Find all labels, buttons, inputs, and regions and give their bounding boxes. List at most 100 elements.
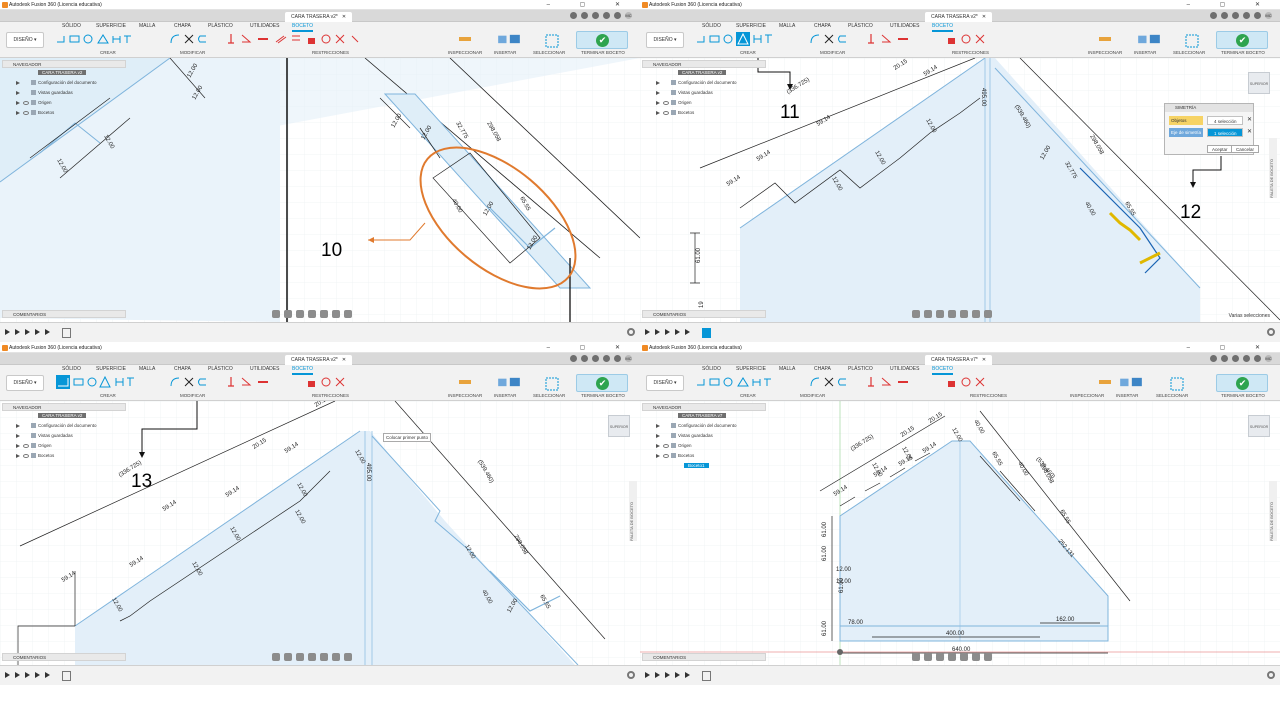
timeline-controls[interactable]: [645, 329, 690, 335]
workspace-dropdown[interactable]: DISEÑO ▾: [6, 32, 44, 48]
navigator-item-sketches[interactable]: Bocetos: [642, 108, 766, 118]
navigator-item-sketches[interactable]: Bocetos: [2, 451, 126, 461]
close-tab-icon[interactable]: ✕: [342, 14, 346, 20]
expand-icon[interactable]: [656, 434, 660, 438]
modify-tools-icons[interactable]: [810, 34, 860, 44]
sketch-origin-point[interactable]: [837, 649, 843, 655]
window-controls[interactable]: – ▢ ✕: [1187, 0, 1274, 10]
inspect-group-label[interactable]: INSPECCIONAR: [1088, 50, 1122, 55]
comments-panel[interactable]: COMENTARIOS: [642, 653, 766, 661]
navigator-header[interactable]: NAVEGADOR: [2, 403, 126, 411]
dimension-78[interactable]: 78.00: [848, 620, 864, 626]
notifications-icon[interactable]: [603, 12, 610, 19]
measure-icon[interactable]: [458, 34, 472, 44]
pan-icon[interactable]: [284, 653, 292, 661]
tab-sheet-metal[interactable]: CHAPA: [814, 366, 831, 372]
navigator-header[interactable]: NAVEGADOR: [2, 60, 126, 68]
expand-icon[interactable]: [16, 81, 20, 85]
tab-sheet-metal[interactable]: CHAPA: [174, 23, 191, 29]
insert-icons[interactable]: [1116, 377, 1146, 387]
zoom-icon[interactable]: [936, 310, 944, 318]
display-icon[interactable]: [960, 310, 968, 318]
select-icon[interactable]: [545, 377, 559, 391]
avatar[interactable]: MC: [625, 355, 632, 362]
tab-sketch[interactable]: BOCETO: [932, 23, 954, 32]
previous-icon[interactable]: [655, 329, 660, 335]
comments-panel[interactable]: COMENTARIOS: [2, 653, 126, 661]
eye-icon[interactable]: [663, 444, 669, 448]
dimension-495[interactable]: 495.00: [980, 88, 986, 107]
first-icon[interactable]: [5, 329, 10, 335]
select-group-label[interactable]: SELECCIONAR: [533, 393, 565, 398]
dimension-19[interactable]: 19: [699, 301, 705, 308]
dimension-400[interactable]: 400.00: [946, 631, 965, 637]
insert-icons[interactable]: [494, 34, 524, 44]
expand-icon[interactable]: [16, 444, 20, 448]
tab-surface[interactable]: SUPERFICIE: [736, 23, 766, 29]
constraints-group-label[interactable]: RESTRICCIONES: [312, 393, 349, 398]
navigator-item-sketches[interactable]: Bocetos: [2, 108, 126, 118]
eye-icon[interactable]: [663, 454, 669, 458]
measure-icon[interactable]: [1098, 34, 1112, 44]
constraint-tools-icons[interactable]: [228, 34, 388, 44]
viewcube[interactable]: SUPERIOR: [1248, 415, 1270, 437]
display-icon[interactable]: [320, 310, 328, 318]
last-icon[interactable]: [685, 672, 690, 678]
finish-sketch-button[interactable]: ✔: [576, 374, 628, 392]
eye-icon[interactable]: [663, 111, 669, 115]
select-icon[interactable]: [1170, 377, 1184, 391]
window-controls[interactable]: – ▢ ✕: [547, 343, 634, 353]
play-icon[interactable]: [665, 672, 670, 678]
tab-solid[interactable]: SÓLIDO: [62, 366, 81, 372]
zoom-icon[interactable]: [936, 653, 944, 661]
tab-solid[interactable]: SÓLIDO: [702, 23, 721, 29]
play-icon[interactable]: [25, 329, 30, 335]
close-tab-icon[interactable]: ✕: [982, 357, 986, 363]
extensions-icon[interactable]: [581, 12, 588, 19]
finish-sketch-label[interactable]: TERMINAR BOCETO: [1216, 50, 1270, 55]
timeline-settings-icon[interactable]: [627, 671, 635, 679]
select-group-label[interactable]: SELECCIONAR: [1173, 50, 1205, 55]
finish-sketch-label[interactable]: TERMINAR BOCETO: [1216, 393, 1270, 398]
job-status-icon[interactable]: [592, 12, 599, 19]
navigator-item-origin[interactable]: Origen: [2, 98, 126, 108]
modify-group-label[interactable]: MODIFICAR: [800, 393, 825, 398]
expand-icon[interactable]: [16, 91, 20, 95]
fit-icon[interactable]: [948, 310, 956, 318]
display-icon[interactable]: [320, 653, 328, 661]
notifications-icon[interactable]: [1243, 12, 1250, 19]
navigator-item-sketches[interactable]: Bocetos: [642, 451, 766, 461]
expand-icon[interactable]: [16, 434, 20, 438]
navigator-item-saved-views[interactable]: Vistas guardadas: [642, 88, 766, 98]
help-icon[interactable]: [1254, 12, 1261, 19]
zoom-icon[interactable]: [296, 653, 304, 661]
display-icon[interactable]: [960, 653, 968, 661]
previous-icon[interactable]: [15, 329, 20, 335]
tab-utilities[interactable]: UTILIDADES: [890, 23, 919, 29]
eye-icon[interactable]: [663, 101, 669, 105]
modify-group-label[interactable]: MODIFICAR: [180, 393, 205, 398]
tab-mesh[interactable]: MALLA: [779, 23, 795, 29]
workspace-dropdown[interactable]: DISEÑO ▾: [646, 375, 684, 391]
select-icon[interactable]: [1185, 34, 1199, 48]
navigator-item-document-settings[interactable]: Configuración del documento: [2, 78, 126, 88]
insert-icons[interactable]: [494, 377, 524, 387]
new-tab-icon[interactable]: [570, 355, 577, 362]
expand-icon[interactable]: [656, 444, 660, 448]
viewcube[interactable]: SUPERIOR: [1248, 72, 1270, 94]
tab-plastic[interactable]: PLÁSTICO: [208, 23, 233, 29]
viewports-icon[interactable]: [344, 310, 352, 318]
previous-icon[interactable]: [655, 672, 660, 678]
measure-icon[interactable]: [1098, 377, 1112, 387]
new-tab-icon[interactable]: [570, 12, 577, 19]
expand-icon[interactable]: [656, 101, 660, 105]
sketch-palette-tab[interactable]: PALETA DE BOCETO: [1269, 481, 1277, 541]
window-controls[interactable]: – ▢ ✕: [547, 0, 634, 10]
play-icon[interactable]: [25, 672, 30, 678]
measure-icon[interactable]: [458, 377, 472, 387]
first-icon[interactable]: [5, 672, 10, 678]
close-tab-icon[interactable]: ✕: [342, 357, 346, 363]
extensions-icon[interactable]: [1221, 12, 1228, 19]
viewports-icon[interactable]: [984, 310, 992, 318]
fit-icon[interactable]: [308, 310, 316, 318]
